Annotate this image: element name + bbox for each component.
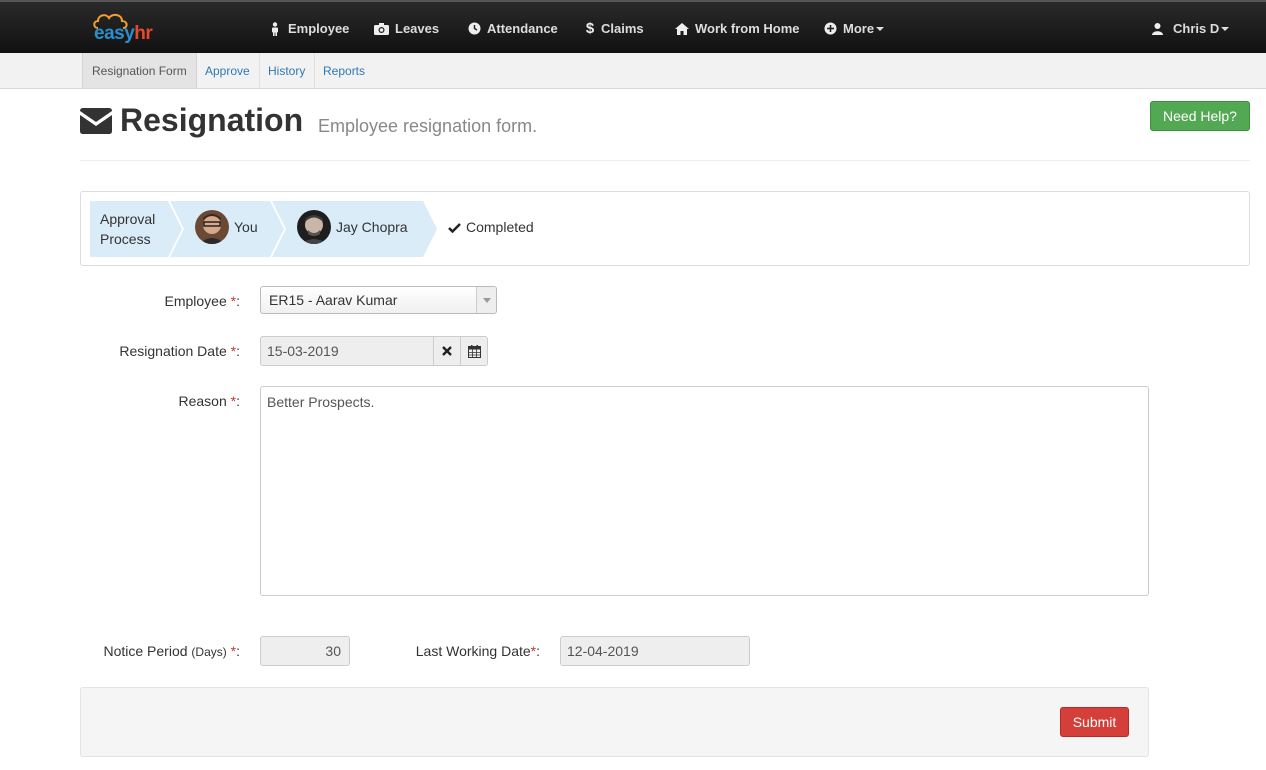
nav-leaves-label: Leaves [395, 21, 440, 36]
employee-label-text: Employee [164, 293, 227, 309]
chevron-down-icon [876, 26, 885, 31]
page-title: Resignation [120, 102, 304, 138]
label-colon: : [236, 343, 240, 359]
label-colon: : [536, 643, 540, 659]
nav-claims[interactable]: $ Claims [585, 2, 644, 55]
clear-date-button[interactable] [433, 336, 461, 366]
approval-title-line-1: Approval [100, 211, 156, 227]
employee-select[interactable]: ER15 - Aarav Kumar [260, 286, 497, 314]
tab-history-label: History [268, 63, 306, 78]
logo-text: easyhr [94, 23, 153, 45]
avatar [195, 210, 229, 244]
tab-history[interactable]: History [259, 53, 316, 88]
approval-step-you-label: You [234, 219, 258, 235]
chevron-down-icon[interactable] [476, 287, 496, 313]
resignation-date-label-text: Resignation Date [119, 343, 227, 359]
submit-button[interactable]: Submit [1060, 707, 1129, 737]
resignation-date-input[interactable]: 15-03-2019 [260, 336, 434, 366]
divider [80, 160, 1250, 161]
approval-completed: Completed [448, 219, 534, 235]
calendar-icon [467, 344, 481, 358]
nav-work-from-home[interactable]: Work from Home [675, 2, 800, 55]
nav-attendance-label: Attendance [487, 21, 558, 36]
sub-navbar: Resignation Form Approve History Reports [0, 53, 1266, 89]
last-working-date-label-text: Last Working Date [415, 643, 531, 659]
resignation-date-value: 15-03-2019 [267, 343, 339, 359]
notice-period-field-label: Notice Period (Days) *: [90, 643, 240, 659]
notice-period-unit: (Days) [191, 645, 227, 659]
form-actions-panel [80, 687, 1149, 757]
need-help-button[interactable]: Need Help? [1150, 101, 1250, 131]
nav-leaves[interactable]: Leaves [374, 2, 439, 55]
approval-step-you: You [195, 210, 258, 244]
person-icon [268, 21, 282, 36]
approval-process-title: Approval Process [100, 209, 155, 249]
nav-attendance[interactable]: Attendance [467, 2, 558, 55]
user-menu[interactable]: Chris D [1150, 2, 1230, 55]
camera-icon [374, 22, 389, 36]
tab-reports-label: Reports [323, 63, 366, 78]
resignation-date-field-label: Resignation Date *: [80, 343, 240, 359]
employee-select-value: ER15 - Aarav Kumar [269, 292, 398, 308]
label-colon: : [236, 643, 240, 659]
nav-employee[interactable]: Employee [268, 2, 349, 55]
tab-resignation-form-label: Resignation Form [92, 63, 187, 78]
employee-field-label: Employee *: [100, 293, 241, 309]
page-subtitle: Employee resignation form. [318, 116, 538, 136]
nav-employee-label: Employee [288, 21, 350, 36]
easyhr-logo[interactable]: easyhr [92, 12, 153, 46]
reason-field-label: Reason *: [100, 393, 241, 409]
envelope-icon [80, 108, 112, 134]
avatar [297, 210, 331, 244]
calendar-button[interactable] [460, 336, 488, 366]
tab-approve[interactable]: Approve [196, 53, 260, 88]
label-colon: : [236, 293, 240, 309]
nav-more[interactable]: More [823, 2, 885, 55]
reason-textarea[interactable]: Better Prospects. [260, 386, 1149, 596]
notice-period-input[interactable]: 30 [260, 636, 350, 666]
last-working-date-field-label: Last Working Date*: [400, 643, 540, 659]
close-icon [442, 346, 452, 356]
tab-approve-label: Approve [205, 63, 250, 78]
check-icon [448, 222, 461, 233]
approval-step-jay-chopra-label: Jay Chopra [336, 219, 408, 235]
user-icon [1150, 22, 1164, 36]
logo-text-easy: easy [94, 23, 135, 44]
home-icon [675, 22, 689, 36]
tab-resignation-form[interactable]: Resignation Form [82, 53, 197, 88]
last-working-date-value: 12-04-2019 [567, 643, 639, 659]
nav-more-label: More [843, 21, 875, 36]
tab-reports[interactable]: Reports [314, 53, 374, 88]
approval-step-jay-chopra: Jay Chopra [297, 210, 408, 244]
approval-process-panel: Approval Process You Jay Chopra Complete… [80, 191, 1250, 266]
user-name: Chris D [1173, 21, 1220, 36]
notice-period-value: 30 [325, 643, 341, 659]
label-colon: : [236, 393, 240, 409]
top-navbar: easyhr Employee Leaves Attendance $ Clai… [0, 0, 1266, 53]
approval-title-line-2: Process [100, 231, 151, 247]
approval-completed-label: Completed [466, 219, 534, 235]
chevron-down-icon [1221, 26, 1230, 31]
logo-text-hr: hr [134, 23, 153, 44]
last-working-date-input[interactable]: 12-04-2019 [560, 636, 750, 666]
notice-period-label-text: Notice Period [103, 643, 188, 659]
reason-label-text: Reason [178, 393, 227, 409]
nav-claims-label: Claims [601, 21, 644, 36]
plus-circle-icon [823, 22, 837, 36]
nav-work-from-home-label: Work from Home [695, 21, 800, 36]
dollar-icon: $ [585, 20, 595, 37]
clock-icon [467, 22, 481, 36]
